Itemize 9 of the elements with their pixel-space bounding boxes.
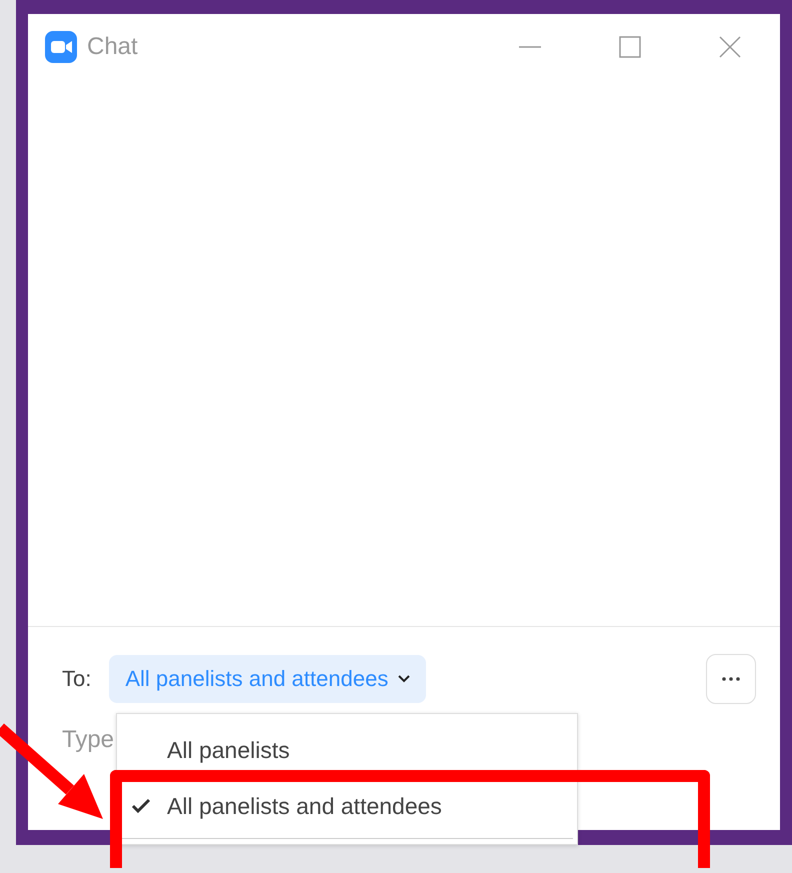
chevron-down-icon [398, 675, 410, 683]
video-camera-icon [45, 31, 77, 63]
window-title: Chat [87, 33, 138, 61]
ellipsis-icon [721, 677, 741, 681]
close-icon[interactable] [718, 35, 742, 59]
maximize-icon[interactable] [618, 35, 642, 59]
menu-item[interactable]: All panelists [167, 735, 290, 765]
menu-item[interactable]: All panelists and attendees [167, 791, 442, 821]
to-label: To: [62, 666, 92, 692]
